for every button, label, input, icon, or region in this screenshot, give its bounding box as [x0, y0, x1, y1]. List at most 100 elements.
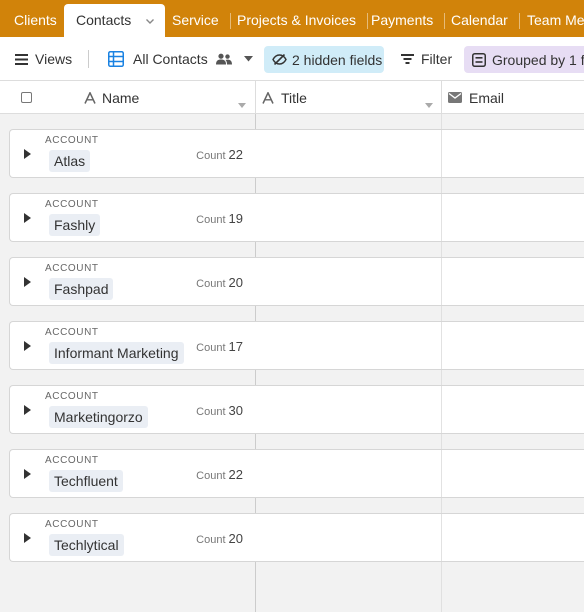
group-row[interactable] — [256, 513, 584, 562]
expand-arrow-icon[interactable] — [24, 469, 31, 479]
group-row[interactable] — [256, 257, 584, 306]
expand-arrow-icon[interactable] — [24, 213, 31, 223]
group-header-techlytical[interactable]: ACCOUNT Techlytical Count 20 — [9, 513, 256, 562]
tab-label: Calendar — [451, 12, 508, 28]
column-menu-arrow[interactable] — [238, 95, 246, 113]
tab-service[interactable]: Service — [160, 4, 231, 37]
filter-icon — [401, 54, 414, 64]
tab-clients[interactable]: Clients — [2, 4, 69, 37]
group-row[interactable] — [256, 193, 584, 242]
tab-contacts[interactable]: Contacts — [64, 4, 166, 37]
column-header-name[interactable]: Name — [84, 81, 139, 114]
expand-arrow-icon[interactable] — [24, 277, 31, 287]
group-field-label: ACCOUNT — [45, 263, 99, 274]
column-divider — [441, 450, 442, 497]
tab-label: Contacts — [76, 12, 132, 28]
expand-arrow-icon[interactable] — [24, 405, 31, 415]
column-header-title[interactable]: Title — [262, 81, 307, 114]
group-list-icon — [472, 52, 486, 67]
group-field-label: ACCOUNT — [45, 199, 99, 210]
group-value: Techfluent — [49, 470, 123, 492]
column-divider — [441, 514, 442, 561]
hidden-fields-button[interactable]: 2 hidden fields — [264, 46, 384, 73]
group-row[interactable] — [256, 449, 584, 498]
group-label: Grouped by 1 field — [492, 51, 584, 68]
count-label: Count — [196, 214, 226, 226]
tab-label: Projects & Invoices — [237, 12, 357, 28]
count-label: Count — [196, 406, 226, 418]
group-value: Marketingorzo — [49, 406, 148, 428]
group-count: Count 19 — [196, 211, 243, 226]
expand-arrow-icon[interactable] — [24, 533, 31, 543]
count-label: Count — [196, 278, 226, 290]
group-row[interactable] — [256, 321, 584, 370]
chevron-down-icon[interactable] — [145, 5, 155, 37]
tab-label: Service — [172, 12, 219, 28]
chevron-down-icon[interactable] — [243, 56, 253, 62]
group-field-label: ACCOUNT — [45, 327, 99, 338]
tab-team-members[interactable]: Team Members — [515, 4, 584, 37]
grouped-records-pane: ACCOUNT Atlas Count 22 ACCOUNT Fashly Cou… — [0, 114, 256, 612]
tab-calendar[interactable]: Calendar — [439, 4, 520, 37]
group-value: Informant Marketing — [49, 342, 184, 364]
group-header-marketingorzo[interactable]: ACCOUNT Marketingorzo Count 30 — [9, 385, 256, 434]
group-header-atlas[interactable]: ACCOUNT Atlas Count 22 — [9, 129, 256, 178]
group-header-techfluent[interactable]: ACCOUNT Techfluent Count 22 — [9, 449, 256, 498]
column-divider — [441, 194, 442, 241]
group-field-label: ACCOUNT — [45, 391, 99, 402]
view-name: All Contacts — [133, 51, 208, 67]
group-count: Count 17 — [196, 339, 243, 354]
table-tab-bar: Clients Contacts Service Projects & Invo… — [0, 0, 584, 37]
group-header-informant-marketing[interactable]: ACCOUNT Informant Marketing Count 17 — [9, 321, 256, 370]
filter-label: Filter — [421, 51, 453, 67]
tab-label: Clients — [14, 12, 57, 28]
view-switcher[interactable]: All Contacts — [108, 37, 253, 80]
group-value: Techlytical — [49, 534, 124, 556]
count-value: 30 — [228, 403, 243, 418]
group-header-fashly[interactable]: ACCOUNT Fashly Count 19 — [9, 193, 256, 242]
hidden-fields-label: 2 hidden fields — [292, 51, 383, 68]
count-value: 19 — [228, 211, 243, 226]
expand-arrow-icon[interactable] — [24, 149, 31, 159]
grouped-fields-pane — [256, 114, 584, 612]
tab-label: Team Members — [527, 12, 584, 28]
views-button[interactable]: Views — [15, 37, 73, 80]
group-count: Count 20 — [196, 275, 243, 290]
view-toolbar: Views All Contacts 2 hidden fields Filte… — [0, 37, 584, 81]
count-value: 20 — [228, 531, 243, 546]
group-button[interactable]: Grouped by 1 field — [464, 46, 584, 73]
count-label: Count — [196, 470, 226, 482]
column-header-email[interactable]: Email — [448, 81, 504, 114]
group-count: Count 22 — [196, 467, 243, 482]
select-all-checkbox[interactable] — [21, 92, 32, 103]
column-name-label: Name — [102, 89, 140, 106]
tab-payments[interactable]: Payments — [359, 4, 446, 37]
group-count: Count 30 — [196, 403, 243, 418]
email-field-icon — [448, 92, 462, 103]
column-divider — [441, 322, 442, 369]
tab-projects-invoices[interactable]: Projects & Invoices — [225, 4, 369, 37]
group-row[interactable] — [256, 385, 584, 434]
count-value: 20 — [228, 275, 243, 290]
group-field-label: ACCOUNT — [45, 519, 99, 530]
group-count: Count 22 — [196, 147, 243, 162]
column-menu-arrow[interactable] — [425, 95, 433, 113]
views-label: Views — [35, 51, 73, 67]
text-field-icon — [84, 91, 96, 104]
group-value: Atlas — [49, 150, 91, 172]
people-icon — [215, 53, 232, 65]
filter-button[interactable]: Filter — [401, 37, 453, 80]
count-value: 22 — [228, 467, 243, 482]
column-divider — [255, 81, 256, 114]
eye-slash-icon — [272, 54, 287, 65]
group-header-fashpad[interactable]: ACCOUNT Fashpad Count 20 — [9, 257, 256, 306]
group-value: Fashly — [49, 214, 101, 236]
count-value: 17 — [228, 339, 243, 354]
text-field-icon — [262, 91, 274, 104]
column-title-label: Title — [281, 89, 307, 106]
group-field-label: ACCOUNT — [45, 455, 99, 466]
expand-arrow-icon[interactable] — [24, 341, 31, 351]
tab-label: Payments — [371, 12, 434, 28]
count-label: Count — [196, 534, 226, 546]
group-row[interactable] — [256, 129, 584, 178]
